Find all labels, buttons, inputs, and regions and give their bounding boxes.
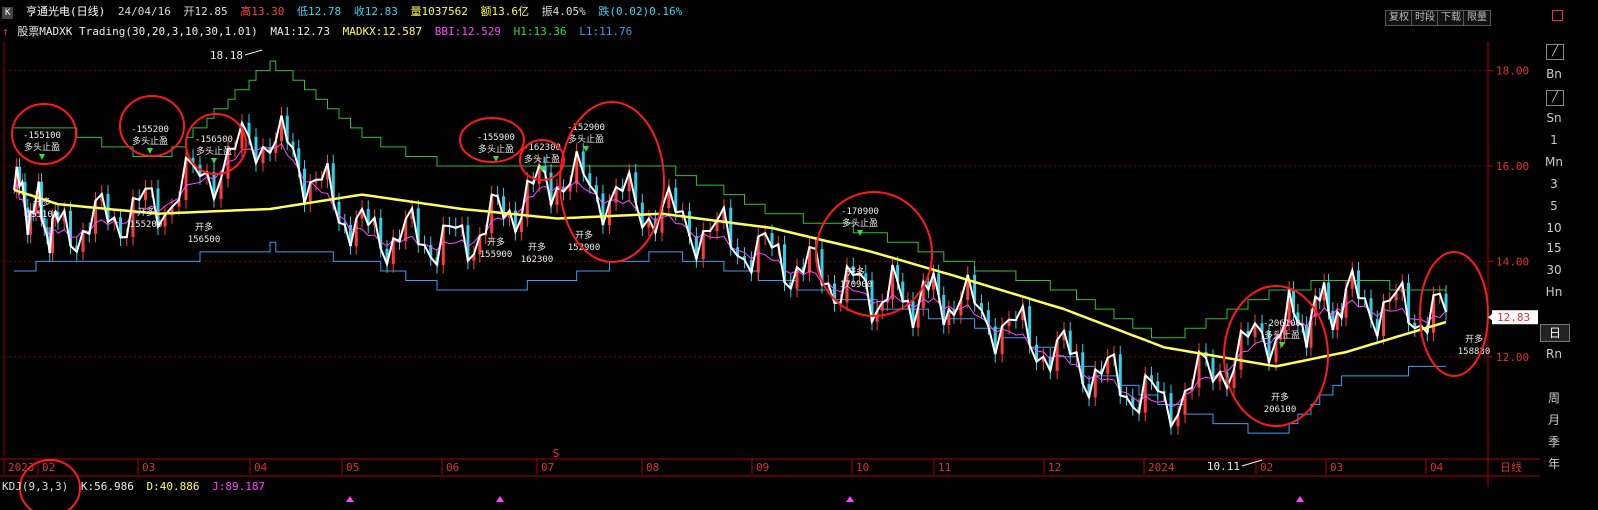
period-6[interactable]: 10 xyxy=(1540,220,1568,236)
x-tick-label-3: 04 xyxy=(254,461,268,474)
period-8[interactable]: 30 xyxy=(1540,262,1568,278)
period-10[interactable]: 日 xyxy=(1540,324,1570,342)
kdj-marker-0 xyxy=(346,496,354,502)
l1-band-line xyxy=(14,241,1446,434)
open-amount-7: 206100 xyxy=(1264,405,1297,415)
x-tick-label-13: 02 xyxy=(1260,461,1273,474)
max-price-leader xyxy=(244,49,263,56)
open-amount-6: 170900 xyxy=(840,280,873,290)
x-period-label: 日线 xyxy=(1500,460,1522,474)
open-label-5: 开多 xyxy=(575,229,593,241)
tp-amount-6: -170900 xyxy=(841,207,879,217)
x-tick-label-10: 11 xyxy=(938,461,951,474)
period-3[interactable]: Mn xyxy=(1540,154,1568,170)
kdj-title[interactable]: KDJ(9,3,3) xyxy=(2,480,68,493)
h1-band-line xyxy=(14,60,1446,339)
open-amount-1: 155200 xyxy=(130,220,163,230)
kdj-marker-1 xyxy=(496,496,504,502)
open-amount-8: 158830 xyxy=(1458,347,1491,357)
tp-arrow-1 xyxy=(147,148,153,154)
period-4[interactable]: 3 xyxy=(1540,176,1568,192)
min-price-leader xyxy=(1241,459,1263,467)
kdj-j: J:89.187 xyxy=(212,480,266,493)
kdj-marker-3 xyxy=(1296,496,1304,502)
x-tick-label-4: 05 xyxy=(346,461,359,474)
x-tick-label-15: 04 xyxy=(1430,461,1444,474)
open-amount-4: 162300 xyxy=(521,255,554,265)
open-amount-2: 156500 xyxy=(188,235,221,245)
open-label-8: 开多 xyxy=(1465,333,1483,345)
kdj-d: D:40.886 xyxy=(146,480,200,493)
x-tick-label-7: 08 xyxy=(646,461,659,474)
x-tick-label-12: 2024 xyxy=(1148,461,1175,474)
y-tick-label-1: 16.00 xyxy=(1496,160,1529,173)
max-price-label: 18.18 xyxy=(210,49,243,62)
open-amount-0: 155100 xyxy=(26,210,59,220)
period-9[interactable]: Hn xyxy=(1540,284,1568,300)
x-tick-label-9: 10 xyxy=(856,461,869,474)
period-12[interactable]: 周 xyxy=(1540,390,1568,406)
min-price-label: 10.11 xyxy=(1207,460,1240,473)
open-amount-3: 155900 xyxy=(480,250,513,260)
period-11[interactable]: Rn xyxy=(1540,346,1568,362)
open-label-4: 开多 xyxy=(528,241,546,253)
period-15[interactable]: 年 xyxy=(1540,456,1568,472)
open-amount-5: 152900 xyxy=(568,243,601,253)
y-tick-label-0: 18.00 xyxy=(1496,65,1529,78)
period-5[interactable]: 5 xyxy=(1540,198,1568,214)
tp-label-7: 多头止盈 xyxy=(1264,329,1300,341)
open-label-7: 开多 xyxy=(1271,391,1289,403)
y-tick-label-3: 12.00 xyxy=(1496,351,1529,364)
period-13[interactable]: 月 xyxy=(1540,412,1568,428)
tp-label-6: 多头止盈 xyxy=(842,217,878,229)
open-label-2: 开多 xyxy=(195,221,213,233)
s-marker: S xyxy=(553,447,560,460)
y-tick-label-2: 14.00 xyxy=(1496,255,1529,268)
kdj-k: K:56.986 xyxy=(80,480,134,493)
kdj-row: KDJ(9,3,3) K:56.986 D:40.886 J:89.187 xyxy=(2,479,271,495)
period-14[interactable]: 季 xyxy=(1540,434,1568,450)
x-tick-label-11: 12 xyxy=(1048,461,1061,474)
period-7[interactable]: 15 xyxy=(1540,240,1568,256)
price-tag-value: 12.83 xyxy=(1497,311,1530,324)
tp-amount-0: -155100 xyxy=(23,131,61,141)
tp-label-3: 多头止盈 xyxy=(478,143,514,155)
period-2[interactable]: 1 xyxy=(1540,132,1568,148)
tp-amount-3: -155900 xyxy=(477,133,515,143)
tp-label-0: 多头止盈 xyxy=(24,141,60,153)
tp-label-1: 多头止盈 xyxy=(132,135,168,147)
bbi-line xyxy=(13,142,1447,409)
period-sidebar: ╱ ╱ Bn Sn 1 Mn 3 5 10 15 30 Hn 日 Rn 周月季年 xyxy=(1540,40,1598,510)
tp-arrow-0 xyxy=(39,154,45,160)
tp-label-5: 多头止盈 xyxy=(568,133,604,145)
x-tick-label-6: 07 xyxy=(541,461,554,474)
open-label-6: 开多 xyxy=(847,266,865,278)
x-tick-label-14: 03 xyxy=(1330,461,1343,474)
candlestick-chart: 18.0016.0014.0012.002023 02 03 04 05 06 07 08 09… xyxy=(0,42,1540,510)
x-tick-label-8: 09 xyxy=(756,461,769,474)
x-tick-label-5: 06 xyxy=(446,461,459,474)
line-chart-icon[interactable]: ╱ xyxy=(1546,90,1564,106)
trend-line-icon[interactable]: ╱ xyxy=(1546,44,1564,60)
tp-label-4: 多头止盈 xyxy=(524,153,560,165)
period-1[interactable]: Sn xyxy=(1540,110,1568,126)
open-label-3: 开多 xyxy=(487,236,505,248)
x-tick-label-1: 02 xyxy=(42,461,55,474)
tp-arrow-2 xyxy=(211,158,217,164)
tp-amount-1: -155200 xyxy=(131,125,169,135)
kdj-marker-2 xyxy=(846,496,854,502)
chart-window: K 亨通光电(日线) 24/04/16 开12.85 高13.30 低12.78… xyxy=(0,0,1598,510)
tp-amount-7: -206100 xyxy=(1263,319,1301,329)
open-label-0: 开多 xyxy=(33,196,51,208)
open-label-1: 开多 xyxy=(137,206,155,218)
tp-arrow-5 xyxy=(583,146,589,152)
tp-label-2: 多头止盈 xyxy=(196,145,232,157)
period-0[interactable]: Bn xyxy=(1540,66,1568,82)
x-tick-label-2: 03 xyxy=(142,461,155,474)
tp-amount-2: -156500 xyxy=(195,135,233,145)
